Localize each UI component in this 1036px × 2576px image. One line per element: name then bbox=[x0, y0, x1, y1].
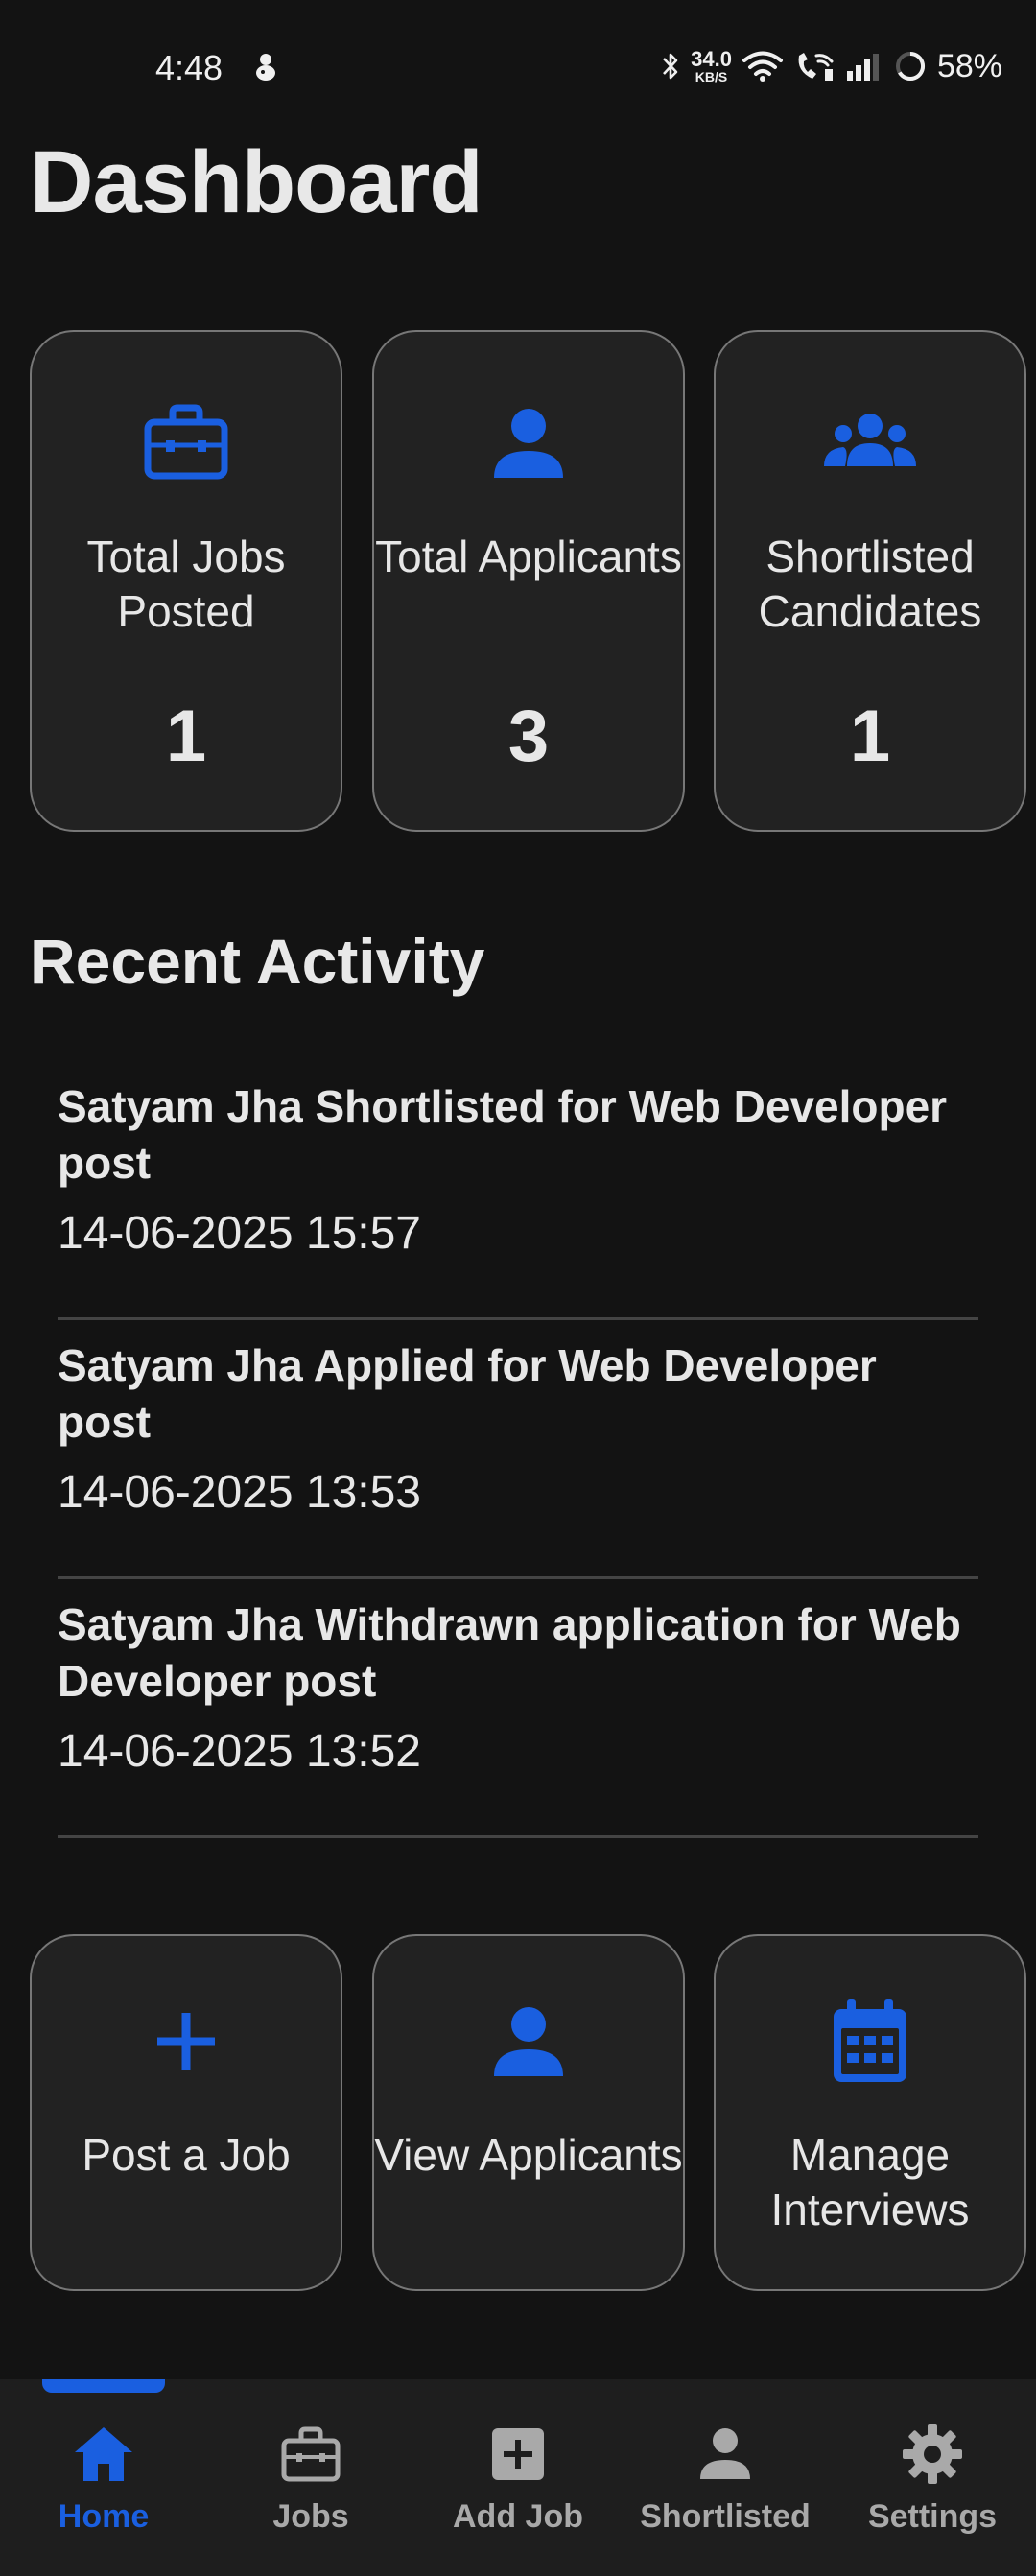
status-time: 4:48 bbox=[155, 48, 224, 87]
activity-time: 14-06-2025 13:52 bbox=[58, 1726, 421, 1777]
briefcase-icon bbox=[144, 404, 228, 480]
activity-text: Satyam Jha Applied for Web Developer pos… bbox=[58, 1340, 877, 1447]
manage-interviews-button[interactable]: Manage Interviews bbox=[714, 1934, 1026, 2291]
stat-card-total-jobs[interactable]: Total Jobs Posted 1 bbox=[30, 330, 342, 832]
stat-value: 1 bbox=[849, 696, 891, 777]
action-label: Post a Job bbox=[82, 2130, 291, 2180]
plus-icon bbox=[157, 2013, 215, 2070]
nav-item-home[interactable]: Home bbox=[0, 2379, 207, 2576]
page-title: Dashboard bbox=[30, 133, 483, 231]
person-icon bbox=[494, 2007, 563, 2076]
network-speed: 34.0 KB/S bbox=[691, 47, 732, 84]
home-icon bbox=[75, 2427, 132, 2481]
battery-percentage: 58% bbox=[936, 47, 1002, 84]
group-icon bbox=[824, 414, 916, 466]
stat-label: Total Jobs Posted bbox=[86, 532, 286, 636]
stat-value: 1 bbox=[165, 696, 207, 777]
stat-value: 3 bbox=[507, 696, 550, 777]
activity-text: Satyam Jha Shortlisted for Web Developer… bbox=[58, 1081, 948, 1188]
activity-item: Satyam Jha Applied for Web Developer pos… bbox=[58, 1320, 978, 1579]
nav-item-jobs[interactable]: Jobs bbox=[207, 2379, 414, 2576]
recent-activity-title: Recent Activity bbox=[30, 926, 485, 997]
nav-label: Settings bbox=[867, 2498, 998, 2535]
status-bar: 4:48 34.0 KB/S 58% bbox=[0, 0, 1036, 134]
post-job-button[interactable]: Post a Job bbox=[30, 1934, 342, 2291]
activity-item: Satyam Jha Shortlisted for Web Developer… bbox=[58, 1061, 978, 1320]
activity-time: 14-06-2025 15:57 bbox=[58, 1208, 421, 1259]
briefcase-icon bbox=[281, 2426, 341, 2482]
bottom-navigation: Home Jobs Add Job Shortlisted Settings bbox=[0, 2379, 1036, 2576]
stat-card-total-applicants[interactable]: Total Applicants 3 bbox=[372, 330, 685, 832]
gear-icon bbox=[903, 2424, 962, 2484]
status-icons: 34.0 KB/S 58% bbox=[660, 44, 1002, 88]
person-icon bbox=[700, 2428, 750, 2479]
activity-time: 14-06-2025 13:53 bbox=[58, 1467, 421, 1518]
nav-item-add-job[interactable]: Add Job bbox=[414, 2379, 622, 2576]
action-label: Manage Interviews bbox=[770, 2130, 970, 2234]
calendar-icon bbox=[834, 1999, 906, 2082]
add-box-icon bbox=[492, 2428, 544, 2480]
nav-item-shortlisted[interactable]: Shortlisted bbox=[622, 2379, 829, 2576]
stat-label: Total Applicants bbox=[375, 532, 682, 581]
battery-icon bbox=[895, 51, 925, 81]
action-label: View Applicants bbox=[374, 2130, 683, 2180]
view-applicants-button[interactable]: View Applicants bbox=[372, 1934, 685, 2291]
bluetooth-icon bbox=[663, 53, 678, 80]
signal-icon bbox=[846, 54, 879, 81]
activity-item: Satyam Jha Withdrawn application for Web… bbox=[58, 1579, 978, 1838]
stat-card-shortlisted[interactable]: Shortlisted Candidates 1 bbox=[714, 330, 1026, 832]
wifi-icon bbox=[742, 51, 783, 82]
wifi-calling-icon bbox=[798, 53, 834, 81]
activity-text: Satyam Jha Withdrawn application for Web… bbox=[58, 1599, 961, 1706]
stat-label: Shortlisted Candidates bbox=[758, 532, 982, 636]
notification-app-icon bbox=[256, 54, 275, 81]
nav-item-settings[interactable]: Settings bbox=[829, 2379, 1036, 2576]
person-icon bbox=[494, 409, 563, 478]
recent-activity-list: Satyam Jha Shortlisted for Web Developer… bbox=[58, 1061, 978, 1838]
